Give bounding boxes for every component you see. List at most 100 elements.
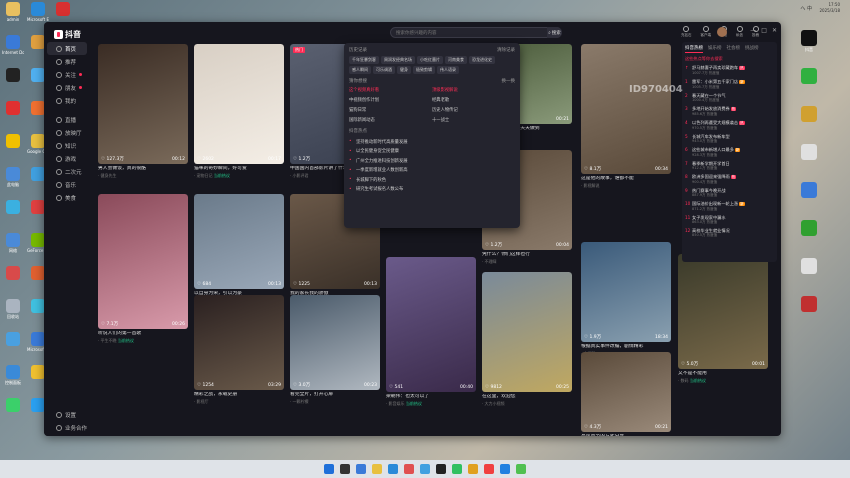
top-icon-button[interactable]: 私信 [736,26,743,38]
hot-tab[interactable]: 挑战榜 [745,45,759,53]
guess-item[interactable]: 经典老歌 [432,97,515,103]
sidebar-bottom-item[interactable]: 设置 [47,408,87,421]
video-meta[interactable]: · 数码 当前热议 [678,378,768,384]
video-meta[interactable]: · 影音娱乐 当前热议 [386,401,476,407]
hot-search-item[interactable]: • 广州全力推进科技创新发展 [349,156,515,166]
taskbar-app-icon[interactable] [484,464,494,474]
hot-list-item[interactable]: 7 春季新学期开学首日 912.1万 热度值 [685,161,774,171]
video-card[interactable]: ♡ 127.3万 00:12 男人会做饭，真的很酷 · 健身先生 [98,44,188,179]
hot-list-item[interactable]: 11 女子发现家中漏水 863.0万 热度值 [685,215,774,225]
hot-search-item[interactable]: • 长城脚下的秋色 [349,175,515,185]
video-thumbnail[interactable]: ♡ 1.9万 18:34 [581,242,671,342]
history-chip[interactable]: 极致剪辑 [413,66,435,74]
history-chip[interactable]: 健身 [397,66,411,74]
desktop-icon[interactable] [798,68,820,98]
taskbar-app-icon[interactable] [356,464,366,474]
video-thumbnail[interactable]: ♡ 8.1万 00:34 [581,44,671,174]
video-title[interactable]: 男人会做饭，真的很酷 [98,166,188,172]
video-title[interactable]: 猫咪的奇妙瞬间，好可爱 [194,166,284,172]
search-button[interactable]: ⌕ 搜索 [547,27,562,38]
taskbar-app-icon[interactable] [516,464,526,474]
close-button[interactable]: ✕ [772,27,777,34]
start-button[interactable] [324,464,334,474]
sidebar-item[interactable]: 二次元 [47,165,87,178]
guess-item[interactable]: 历史人物传记 [432,107,515,113]
desktop-icon[interactable] [798,106,820,136]
sidebar-item[interactable]: 知识 [47,139,87,152]
hot-search-item[interactable]: • 一季度新增就业人数创新高 [349,166,515,176]
sidebar-item[interactable]: 美食 [47,191,87,204]
sidebar-item[interactable]: 游戏 [47,152,87,165]
history-chip[interactable]: 伟人语录 [437,66,459,74]
desktop-icon[interactable] [2,398,24,428]
taskbar-app-icon[interactable] [436,464,446,474]
video-title[interactable]: 看完全片，打开心扉 [290,392,380,398]
desktop-icon[interactable]: 抖音 [798,30,820,60]
video-card[interactable]: ♡ 8.1万 00:34 这是他的故事，谁都不能 · 影视解说 [581,44,671,189]
desktop-icon[interactable]: admin [2,2,24,32]
hot-list-item[interactable]: 2 春天藏在一个节气 1000.4万 热度值 [685,93,774,103]
hot-list-item[interactable]: 12 高校毕业生就业情况 850.5万 热度值 [685,228,774,238]
video-thumbnail[interactable]: ♡ 4.3万 00:21 [581,352,671,432]
video-card[interactable]: ♡ 4.3万00:21高风亮节的方式分享· 电视剧 [581,352,671,436]
video-thumbnail[interactable]: ♡ 127.3万 00:12 [98,44,188,164]
hot-list-item[interactable]: 9 热门赛事今晚开战 887.9万 热度值 [685,188,774,198]
desktop-icon[interactable] [798,258,820,288]
sidebar-bottom-item[interactable]: 业务合作 [47,421,87,434]
video-meta[interactable]: · 影视解说 [581,183,671,189]
hot-list-item[interactable]: 8 欧洲多国迎来强降雨热 900.4万 热度值 [685,174,774,185]
hot-list-item[interactable]: 6 这些城市新增人口最多新 928.3万 热度值 [685,147,774,158]
video-thumbnail[interactable]: ♡ 7.1万 00:26 [98,194,188,329]
desktop-icon[interactable] [2,101,24,131]
search-input[interactable]: 搜索你感兴趣的内容 [390,27,562,38]
desktop-icon[interactable] [2,68,24,98]
taskbar-app-icon[interactable] [468,464,478,474]
sidebar-item[interactable]: 首页 [47,42,87,55]
video-title[interactable]: 又不是不能用 [678,371,768,377]
video-meta[interactable]: · 不理睬 [482,259,572,265]
history-chip[interactable]: 周润发经典名场 [381,56,415,64]
top-icon-button[interactable]: 客户端 [701,26,711,38]
desktop-icon[interactable]: 此电脑 [2,167,24,197]
taskbar-app-icon[interactable] [404,464,414,474]
hot-tab[interactable]: 社会榜 [727,45,741,53]
history-chip[interactable]: 可乐调酒 [373,66,395,74]
video-meta[interactable]: · 平生不晚 当前热议 [98,338,188,344]
video-meta[interactable]: · 影视厅 [194,399,284,405]
video-meta[interactable]: · 一颗柠檬 [290,399,380,405]
video-title[interactable]: 根据真实事件改编，剧情精彩 [581,344,671,350]
desktop-icon[interactable] [798,296,820,326]
app-logo[interactable]: 抖音 [44,22,90,42]
clock[interactable]: 17:50 2025/3/18 [819,2,840,14]
video-card[interactable]: ♡ 5.0万 00:01 又不是不能用 · 数码 当前热议 [678,254,768,384]
desktop-icon[interactable] [2,266,24,296]
sidebar-item[interactable]: 推荐 [47,55,87,68]
desktop-icon[interactable]: 网络 [2,233,24,263]
hot-list-item[interactable]: ↑ 舒马赫妻子再卖珍藏跑车热 1007.7万 热度值 [685,65,774,76]
sidebar-item[interactable]: 直播 [47,113,87,126]
video-card[interactable]: ♡ 9812 00:25 在这里，欢迎您 · 大力小视频 [482,272,572,407]
history-chip[interactable]: 千年狂暴剑客 [349,56,379,64]
hot-search-link[interactable]: 这些热点等你去搜索 [685,56,774,62]
hot-list-item[interactable]: 3 多地开始发放消费券热 985.6万 热度值 [685,106,774,117]
hot-search-item[interactable]: • 坚持推动新时代高质量发展 [349,137,515,147]
taskbar-app-icon[interactable] [372,464,382,474]
video-thumbnail[interactable]: ♡ 9812 00:25 [482,272,572,392]
taskbar-app-icon[interactable] [452,464,462,474]
hot-list-item[interactable]: 5 长城汽车发布新车型 943.0万 热度值 [685,134,774,144]
video-title[interactable]: 高风亮节的方式分享 [581,434,671,436]
sidebar-item[interactable]: 关注 [47,68,87,81]
desktop-icon[interactable] [798,220,820,250]
clear-history-button[interactable]: 清除记录 [497,47,515,53]
desktop-icon[interactable] [2,200,24,230]
guess-item[interactable]: 顶级影视解说 [432,87,515,93]
desktop-icon[interactable] [2,332,24,362]
history-chip[interactable]: 恐龙进化史 [469,56,495,64]
video-card[interactable]: ♡ 1254 03:29 精彩之战，永载史册 · 影视厅 [194,295,284,405]
video-card[interactable]: ♡ 7.1万 00:26 听说人们的第一首歌 · 平生不晚 当前热议 [98,194,188,344]
video-title[interactable]: 这是他的故事，谁都不能 [581,176,671,182]
refresh-guess-button[interactable]: 换一换 [502,78,516,84]
hot-search-item[interactable]: • 研究生考试报名人数公布 [349,185,515,195]
top-icon-button[interactable]: 充钻石 [681,26,692,38]
guess-item[interactable]: 十一战士 [432,117,515,123]
